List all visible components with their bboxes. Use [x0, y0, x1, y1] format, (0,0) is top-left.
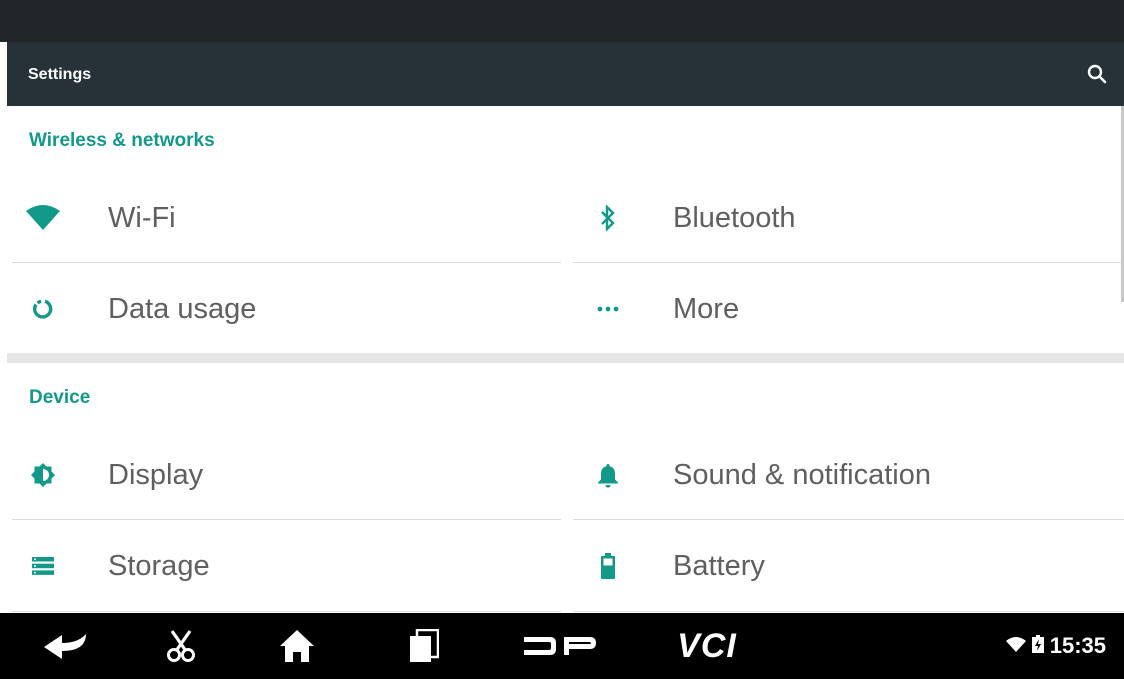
- setting-battery[interactable]: Battery: [572, 521, 1120, 611]
- back-icon[interactable]: [40, 613, 90, 679]
- settings-list: Wireless & networks Wi-Fi Bluetooth Data…: [7, 106, 1124, 613]
- setting-label: Data usage: [108, 292, 257, 325]
- setting-bluetooth[interactable]: Bluetooth: [572, 173, 1120, 263]
- setting-wifi[interactable]: Wi-Fi: [7, 173, 555, 263]
- system-status: 15:35: [1005, 613, 1106, 679]
- dp-logo-icon[interactable]: [520, 613, 600, 679]
- divider: [12, 519, 561, 520]
- wifi-status-icon: [1005, 633, 1026, 659]
- section-header: Wireless & networks: [29, 130, 215, 151]
- section-header: Device: [29, 387, 91, 408]
- action-bar: Settings: [7, 42, 1124, 106]
- setting-sound-notification[interactable]: Sound & notification: [572, 430, 1120, 520]
- battery-icon: [588, 521, 628, 611]
- more-dots-icon: [588, 264, 628, 354]
- setting-data-usage[interactable]: Data usage: [7, 264, 555, 354]
- setting-storage[interactable]: Storage: [7, 521, 555, 611]
- status-bar-top: [0, 0, 1124, 42]
- recent-apps-icon[interactable]: [404, 613, 444, 679]
- divider: [12, 262, 561, 263]
- navigation-bar: VCI 15:35: [0, 613, 1124, 679]
- setting-label: Sound & notification: [673, 458, 931, 491]
- data-usage-icon: [23, 264, 63, 354]
- display-brightness-icon: [23, 430, 63, 520]
- search-icon[interactable]: [1084, 61, 1110, 87]
- setting-label: Display: [108, 458, 204, 491]
- bluetooth-icon: [588, 173, 628, 263]
- setting-label: Bluetooth: [673, 201, 796, 234]
- setting-label: More: [673, 292, 740, 325]
- wifi-icon: [23, 173, 63, 263]
- vci-logo-text: VCI: [677, 626, 737, 665]
- section-gap: [7, 353, 1124, 363]
- setting-display[interactable]: Display: [7, 430, 555, 520]
- setting-label: Storage: [108, 549, 210, 582]
- page-title: Settings: [28, 66, 92, 83]
- setting-more[interactable]: More: [572, 264, 1120, 354]
- battery-charging-icon: [1031, 633, 1044, 659]
- divider: [573, 262, 1124, 263]
- storage-icon: [23, 521, 63, 611]
- scissors-icon[interactable]: [161, 613, 201, 679]
- divider: [573, 519, 1124, 520]
- divider: [573, 611, 1124, 612]
- vci-logo-icon[interactable]: VCI: [662, 613, 752, 679]
- divider: [12, 611, 561, 612]
- home-icon[interactable]: [277, 613, 317, 679]
- setting-label: Battery: [673, 549, 765, 582]
- bell-icon: [588, 430, 628, 520]
- setting-label: Wi-Fi: [108, 201, 176, 234]
- clock: 15:35: [1049, 633, 1106, 658]
